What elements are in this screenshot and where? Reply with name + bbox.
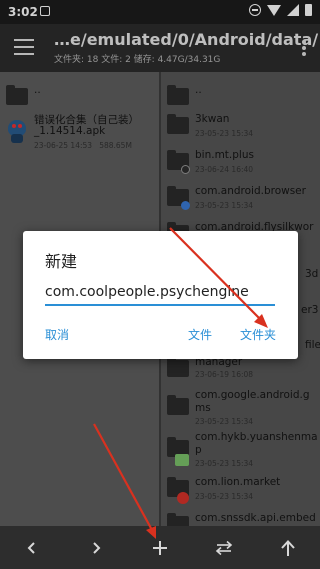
arrow-up-icon [281,539,295,556]
swap-arrows-icon [215,540,233,555]
back-button[interactable] [0,526,64,569]
cancel-button[interactable]: 取消 [45,326,69,343]
chevron-left-icon [27,541,35,554]
name-input[interactable] [45,280,275,306]
add-button[interactable] [128,526,192,569]
create-file-button[interactable]: 文件 [188,326,212,343]
up-directory-button[interactable] [256,526,320,569]
forward-button[interactable] [64,526,128,569]
swap-panes-button[interactable] [192,526,256,569]
chevron-right-icon [93,541,101,554]
bottom-toolbar [0,526,320,569]
plus-icon [153,540,167,555]
new-item-dialog: 新建 取消 文件 文件夹 [23,231,298,359]
create-folder-button[interactable]: 文件夹 [240,326,276,343]
dialog-title: 新建 [45,252,78,271]
